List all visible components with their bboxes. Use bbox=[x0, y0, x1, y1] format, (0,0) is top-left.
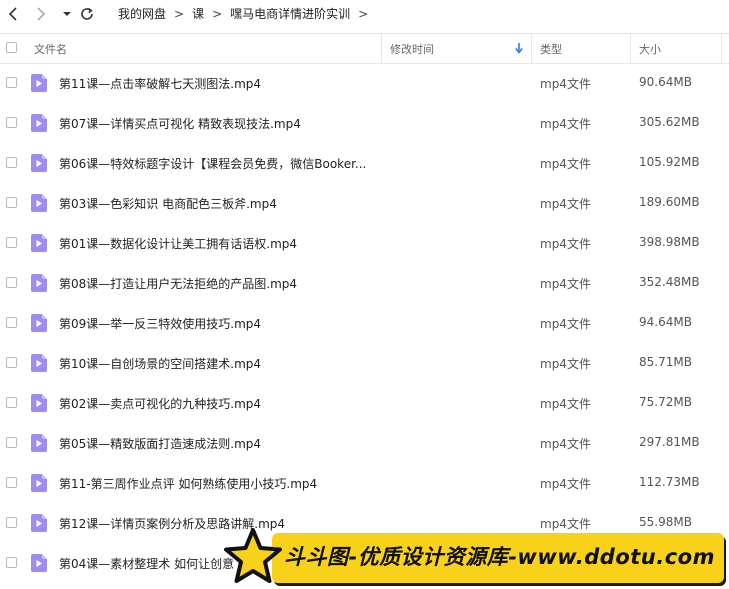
row-checkbox[interactable] bbox=[6, 197, 17, 208]
column-header-name[interactable]: 文件名 bbox=[34, 41, 67, 57]
file-name[interactable]: 第07课—详情买点可视化 精致表现技法.mp4 bbox=[59, 115, 301, 132]
breadcrumb-item-current-folder[interactable]: 嘿马电商详情进阶实训 bbox=[230, 7, 350, 21]
video-file-icon bbox=[31, 514, 47, 532]
row-checkbox[interactable] bbox=[6, 277, 17, 288]
table-row[interactable]: 第11课—点击率破解七天测图法.mp4 mp4文件 90.64MB bbox=[0, 63, 729, 103]
table-row[interactable]: 第05课—精致版面打造速成法则.mp4 mp4文件 297.81MB bbox=[0, 423, 729, 463]
file-size: 305.62MB bbox=[639, 115, 700, 129]
row-checkbox[interactable] bbox=[6, 437, 17, 448]
forward-icon[interactable] bbox=[30, 4, 50, 24]
table-row[interactable]: 第11-第三周作业点评 如何熟练使用小技巧.mp4 mp4文件 112.73MB bbox=[0, 463, 729, 503]
file-size: 112.73MB bbox=[639, 475, 700, 489]
refresh-icon[interactable] bbox=[77, 4, 97, 24]
table-row[interactable]: 第06课—特效标题字设计【课程会员免费，微信Booker... mp4文件 10… bbox=[0, 143, 729, 183]
file-type: mp4文件 bbox=[540, 357, 591, 371]
breadcrumb-item-course[interactable]: 课 bbox=[192, 7, 204, 21]
sort-desc-icon[interactable] bbox=[515, 43, 523, 57]
row-checkbox[interactable] bbox=[6, 77, 17, 88]
column-divider[interactable] bbox=[721, 34, 722, 63]
row-checkbox[interactable] bbox=[6, 117, 17, 128]
file-type: mp4文件 bbox=[540, 117, 591, 131]
row-checkbox[interactable] bbox=[6, 237, 17, 248]
row-checkbox[interactable] bbox=[6, 557, 17, 568]
video-file-icon bbox=[31, 474, 47, 492]
video-file-icon bbox=[31, 394, 47, 412]
breadcrumb-separator: > bbox=[212, 7, 223, 21]
dropdown-icon[interactable] bbox=[57, 4, 77, 24]
table-row[interactable]: 第07课—详情买点可视化 精致表现技法.mp4 mp4文件 305.62MB bbox=[0, 103, 729, 143]
file-name[interactable]: 第05课—精致版面打造速成法则.mp4 bbox=[59, 435, 261, 452]
file-size: 352.48MB bbox=[639, 275, 700, 289]
file-size: 297.81MB bbox=[639, 435, 700, 449]
video-file-icon bbox=[31, 234, 47, 252]
select-all-checkbox[interactable] bbox=[6, 42, 17, 53]
star-icon bbox=[224, 528, 282, 583]
file-type: mp4文件 bbox=[540, 157, 591, 171]
file-name[interactable]: 第11-第三周作业点评 如何熟练使用小技巧.mp4 bbox=[59, 475, 317, 492]
file-size: 90.64MB bbox=[639, 75, 692, 89]
column-divider[interactable] bbox=[531, 34, 532, 63]
table-row[interactable]: 第09课—举一反三特效使用技巧.mp4 mp4文件 94.64MB bbox=[0, 303, 729, 343]
column-header-modified[interactable]: 修改时间 bbox=[390, 41, 434, 57]
video-file-icon bbox=[31, 194, 47, 212]
column-divider[interactable] bbox=[630, 34, 631, 63]
file-size: 94.64MB bbox=[639, 315, 692, 329]
file-type: mp4文件 bbox=[540, 197, 591, 211]
file-size: 398.98MB bbox=[639, 235, 700, 249]
file-list-header: 文件名 修改时间 类型 大小 bbox=[0, 33, 729, 64]
file-name[interactable]: 第02课—卖点可视化的九种技巧.mp4 bbox=[59, 395, 261, 412]
breadcrumb-separator: > bbox=[174, 7, 185, 21]
video-file-icon bbox=[31, 274, 47, 292]
video-file-icon bbox=[31, 154, 47, 172]
navigation-bar: 我的网盘 > 课 > 嘿马电商详情进阶实训 > bbox=[0, 0, 729, 28]
file-type: mp4文件 bbox=[540, 437, 591, 451]
video-file-icon bbox=[31, 114, 47, 132]
file-name[interactable]: 第06课—特效标题字设计【课程会员免费，微信Booker... bbox=[59, 155, 366, 172]
column-header-size[interactable]: 大小 bbox=[639, 41, 661, 57]
table-row[interactable]: 第10课—自创场景的空间搭建术.mp4 mp4文件 85.71MB bbox=[0, 343, 729, 383]
back-icon[interactable] bbox=[4, 4, 24, 24]
video-file-icon bbox=[31, 354, 47, 372]
file-name[interactable]: 第01课—数据化设计让美工拥有话语权.mp4 bbox=[59, 235, 297, 252]
row-checkbox[interactable] bbox=[6, 477, 17, 488]
breadcrumb-item-my-drive[interactable]: 我的网盘 bbox=[118, 7, 166, 21]
file-name[interactable]: 第11课—点击率破解七天测图法.mp4 bbox=[59, 75, 261, 92]
file-type: mp4文件 bbox=[540, 277, 591, 291]
video-file-icon bbox=[31, 314, 47, 332]
row-checkbox[interactable] bbox=[6, 357, 17, 368]
file-type: mp4文件 bbox=[540, 477, 591, 491]
table-row[interactable]: 第01课—数据化设计让美工拥有话语权.mp4 mp4文件 398.98MB bbox=[0, 223, 729, 263]
table-row[interactable]: 第02课—卖点可视化的九种技巧.mp4 mp4文件 75.72MB bbox=[0, 383, 729, 423]
file-type: mp4文件 bbox=[540, 397, 591, 411]
file-type: mp4文件 bbox=[540, 237, 591, 251]
video-file-icon bbox=[31, 74, 47, 92]
table-row[interactable]: 第08课—打造让用户无法拒绝的产品图.mp4 mp4文件 352.48MB bbox=[0, 263, 729, 303]
file-size: 75.72MB bbox=[639, 395, 692, 409]
breadcrumb: 我的网盘 > 课 > 嘿马电商详情进阶实训 > bbox=[118, 6, 376, 22]
file-name[interactable]: 第04课—素材整理术 如何让创意 bbox=[59, 555, 234, 572]
column-divider[interactable] bbox=[381, 34, 382, 63]
file-size: 85.71MB bbox=[639, 355, 692, 369]
file-type: mp4文件 bbox=[540, 77, 591, 91]
breadcrumb-separator[interactable]: > bbox=[358, 7, 368, 21]
watermark-text: 斗斗图-优质设计资源库-www.ddotu.com bbox=[284, 545, 715, 569]
video-file-icon bbox=[31, 554, 47, 572]
file-name[interactable]: 第10课—自创场景的空间搭建术.mp4 bbox=[59, 355, 261, 372]
file-name[interactable]: 第09课—举一反三特效使用技巧.mp4 bbox=[59, 315, 261, 332]
column-header-type[interactable]: 类型 bbox=[540, 41, 562, 57]
row-checkbox[interactable] bbox=[6, 397, 17, 408]
file-name[interactable]: 第08课—打造让用户无法拒绝的产品图.mp4 bbox=[59, 275, 297, 292]
file-name[interactable]: 第03课—色彩知识 电商配色三板斧.mp4 bbox=[59, 195, 277, 212]
video-file-icon bbox=[31, 434, 47, 452]
table-row[interactable]: 第03课—色彩知识 电商配色三板斧.mp4 mp4文件 189.60MB bbox=[0, 183, 729, 223]
file-size: 105.92MB bbox=[639, 155, 700, 169]
row-checkbox[interactable] bbox=[6, 317, 17, 328]
file-type: mp4文件 bbox=[540, 317, 591, 331]
watermark: 斗斗图-优质设计资源库-www.ddotu.com bbox=[222, 526, 727, 588]
row-checkbox[interactable] bbox=[6, 517, 17, 528]
file-size: 189.60MB bbox=[639, 195, 700, 209]
row-checkbox[interactable] bbox=[6, 157, 17, 168]
